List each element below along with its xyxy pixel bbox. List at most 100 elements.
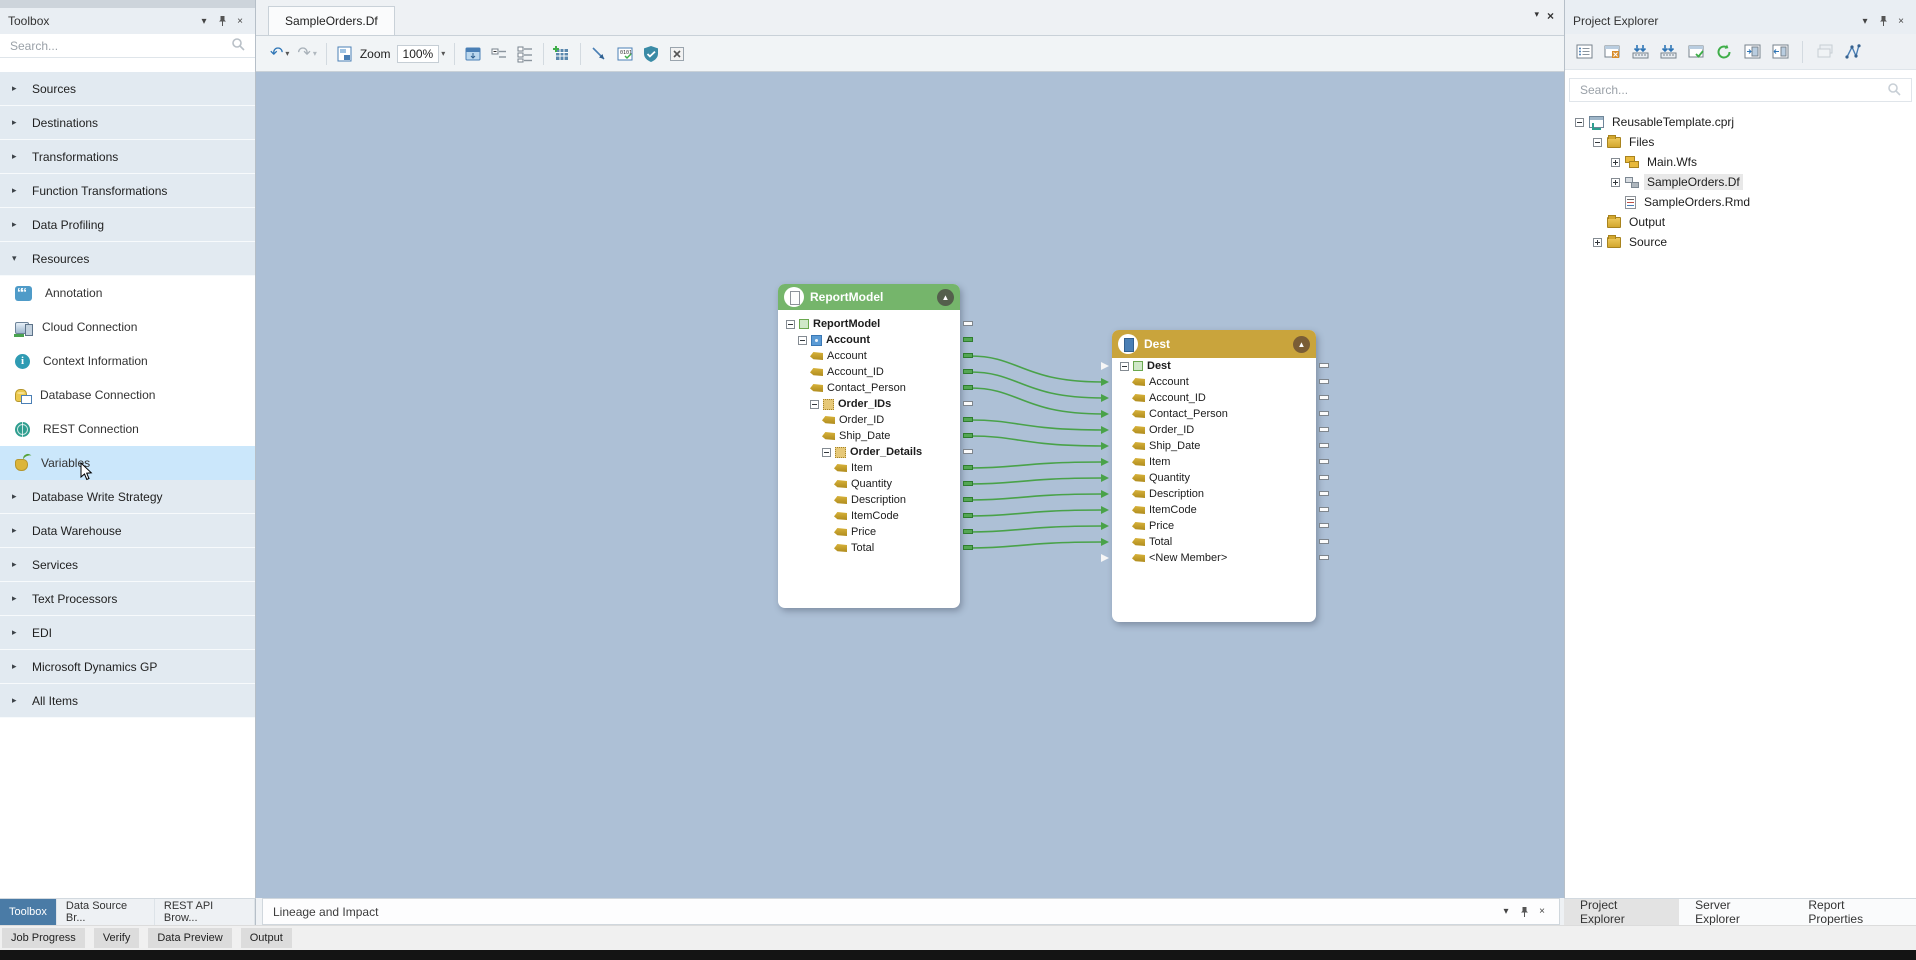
verify-button[interactable] bbox=[638, 41, 664, 67]
output-port[interactable] bbox=[963, 449, 973, 454]
node-field-row[interactable]: <New Member> bbox=[1112, 550, 1316, 566]
bottom-panel-tab[interactable]: Data Preview bbox=[148, 928, 231, 948]
output-port[interactable] bbox=[1319, 539, 1329, 544]
output-port[interactable] bbox=[1319, 395, 1329, 400]
input-port[interactable] bbox=[1101, 378, 1113, 386]
input-port[interactable] bbox=[1101, 522, 1113, 530]
toolbox-category-resources[interactable]: ▾ Resources bbox=[0, 242, 255, 276]
output-port[interactable] bbox=[963, 321, 973, 326]
input-port[interactable] bbox=[1101, 506, 1113, 514]
node-field-row[interactable]: Account bbox=[778, 348, 960, 364]
toolbox-item[interactable]: Database Connection bbox=[0, 378, 255, 412]
cancel-button[interactable] bbox=[664, 41, 690, 67]
output-port[interactable] bbox=[1319, 523, 1329, 528]
node-field-row[interactable]: Item bbox=[1112, 454, 1316, 470]
properties-button[interactable] bbox=[1573, 42, 1595, 62]
project-explorer-search[interactable]: Search... bbox=[1569, 78, 1912, 102]
zoom-value[interactable]: 100% bbox=[397, 45, 440, 63]
undo-button[interactable]: ↶▾ bbox=[266, 41, 293, 67]
toolbox-category[interactable]: ▸ Data Warehouse bbox=[0, 514, 255, 548]
toolbox-item[interactable]: REST Connection bbox=[0, 412, 255, 446]
dock-tab[interactable]: Data Source Br... bbox=[57, 899, 155, 925]
expand-nodes-button[interactable] bbox=[512, 41, 538, 67]
toolbox-category[interactable]: ▸ Data Profiling bbox=[0, 208, 255, 242]
node-field-row[interactable]: Account_ID bbox=[778, 364, 960, 380]
node-field-row[interactable]: Total bbox=[778, 540, 960, 556]
toolbox-search[interactable]: Search... bbox=[0, 34, 255, 58]
search-icon[interactable] bbox=[1887, 82, 1901, 99]
close-icon[interactable]: × bbox=[1894, 14, 1908, 28]
tree-expander-icon[interactable] bbox=[822, 448, 831, 457]
document-tab[interactable]: SampleOrders.Df bbox=[268, 6, 395, 35]
input-port[interactable] bbox=[1101, 458, 1113, 466]
pin-icon[interactable] bbox=[215, 14, 229, 28]
node-field-row[interactable]: Order_ID bbox=[1112, 422, 1316, 438]
toolbox-category[interactable]: ▸ Function Transformations bbox=[0, 174, 255, 208]
collapse-nodes-button[interactable] bbox=[486, 41, 512, 67]
node-field-row[interactable]: Item bbox=[778, 460, 960, 476]
stacked-windows-button[interactable] bbox=[1814, 42, 1836, 62]
input-port[interactable] bbox=[1101, 538, 1113, 546]
auto-layout-button[interactable] bbox=[460, 41, 486, 67]
output-port[interactable] bbox=[1319, 491, 1329, 496]
toolbox-category[interactable]: ▸ EDI bbox=[0, 616, 255, 650]
input-port[interactable] bbox=[1101, 410, 1113, 418]
close-document-icon[interactable]: × bbox=[1547, 9, 1554, 23]
dock-left-button[interactable] bbox=[1741, 42, 1763, 62]
toolbox-category[interactable]: ▸ Text Processors bbox=[0, 582, 255, 616]
node-field-row[interactable]: Quantity bbox=[1112, 470, 1316, 486]
get-latest-button[interactable] bbox=[1629, 42, 1651, 62]
link-tool-button[interactable] bbox=[586, 41, 612, 67]
input-port[interactable] bbox=[1101, 554, 1113, 562]
node-field-row[interactable]: Price bbox=[778, 524, 960, 540]
node-field-row[interactable]: ReportModel bbox=[778, 316, 960, 332]
output-port[interactable] bbox=[1319, 379, 1329, 384]
input-port[interactable] bbox=[1101, 426, 1113, 434]
input-port[interactable] bbox=[1101, 490, 1113, 498]
add-grid-button[interactable] bbox=[549, 41, 575, 67]
node-field-row[interactable]: ItemCode bbox=[778, 508, 960, 524]
output-port[interactable] bbox=[963, 513, 973, 518]
dest-node-header[interactable]: Dest ▲ bbox=[1112, 330, 1316, 358]
refresh-button[interactable] bbox=[1713, 42, 1735, 62]
output-port[interactable] bbox=[963, 529, 973, 534]
report-model-node[interactable]: ReportModel ▲ ReportModel bbox=[778, 284, 960, 608]
output-port[interactable] bbox=[1319, 475, 1329, 480]
output-port[interactable] bbox=[963, 401, 973, 406]
output-port[interactable] bbox=[963, 385, 973, 390]
chevron-down-icon[interactable]: ▾ bbox=[1499, 905, 1513, 919]
tree-expander-icon[interactable] bbox=[798, 336, 807, 345]
zoom-dropdown-icon[interactable]: ▾ bbox=[441, 49, 445, 58]
node-field-row[interactable]: Ship_Date bbox=[778, 428, 960, 444]
node-field-row[interactable]: Ship_Date bbox=[1112, 438, 1316, 454]
input-port[interactable] bbox=[1101, 442, 1113, 450]
close-project-button[interactable] bbox=[1601, 42, 1623, 62]
bottom-panel-tab[interactable]: Job Progress bbox=[2, 928, 85, 948]
dock-tab[interactable]: Toolbox bbox=[0, 899, 57, 925]
node-field-row[interactable]: ItemCode bbox=[1112, 502, 1316, 518]
lineage-and-impact-bar[interactable]: Lineage and Impact ▾ × bbox=[262, 898, 1560, 925]
toolbox-item[interactable]: Annotation bbox=[0, 276, 255, 310]
node-field-row[interactable]: Contact_Person bbox=[778, 380, 960, 396]
output-port[interactable] bbox=[963, 353, 973, 358]
tab-list-chevron-icon[interactable]: ▾ bbox=[1534, 9, 1539, 23]
node-field-row[interactable]: Account bbox=[1112, 374, 1316, 390]
node-field-row[interactable]: Quantity bbox=[778, 476, 960, 492]
output-port[interactable] bbox=[963, 417, 973, 422]
project-tree-item[interactable]: Files bbox=[1565, 132, 1916, 152]
toolbox-category[interactable]: ▸ Transformations bbox=[0, 140, 255, 174]
toolbox-category[interactable]: ▸ Microsoft Dynamics GP bbox=[0, 650, 255, 684]
output-port[interactable] bbox=[1319, 427, 1329, 432]
project-tree-item[interactable]: Source bbox=[1565, 232, 1916, 252]
project-tree-item[interactable]: SampleOrders.Df bbox=[1565, 172, 1916, 192]
node-field-row[interactable]: Total bbox=[1112, 534, 1316, 550]
toolbox-category[interactable]: ▸ Database Write Strategy bbox=[0, 480, 255, 514]
chevron-down-icon[interactable]: ▾ bbox=[197, 14, 211, 28]
search-icon[interactable] bbox=[231, 37, 245, 54]
report-model-node-header[interactable]: ReportModel ▲ bbox=[778, 284, 960, 310]
pin-icon[interactable] bbox=[1876, 14, 1890, 28]
input-port[interactable] bbox=[1101, 362, 1113, 370]
tree-expander-icon[interactable] bbox=[1611, 158, 1620, 167]
node-field-row[interactable]: Order_IDs bbox=[778, 396, 960, 412]
output-port[interactable] bbox=[963, 369, 973, 374]
